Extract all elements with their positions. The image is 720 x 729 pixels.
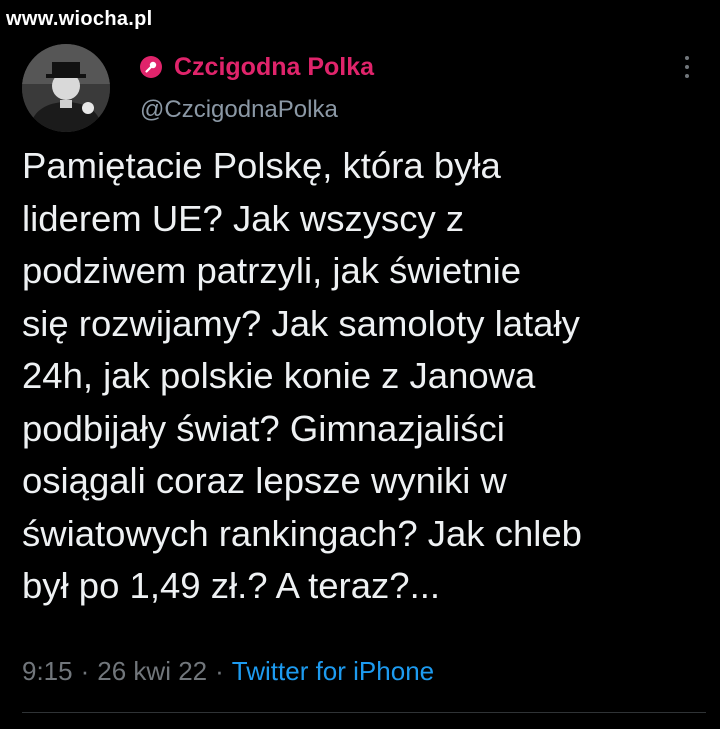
tweet-source-link[interactable]: Twitter for iPhone [232,656,434,687]
divider [22,712,706,713]
tweet-date[interactable]: 26 kwi 22 [97,656,207,687]
tweet-time[interactable]: 9:15 [22,656,73,687]
tweet-meta: 9:15 · 26 kwi 22 · Twitter for iPhone [22,656,434,687]
tweet-text: Pamiętacie Polskę, która była liderem UE… [22,145,582,606]
avatar-image [22,44,110,132]
author-handle[interactable]: @CzcigodnaPolka [140,96,338,124]
author-name-row[interactable]: Czcigodna Polka [140,52,374,82]
avatar[interactable] [22,44,110,132]
microphone-icon [140,56,162,78]
watermark-text: www.wiocha.pl [6,8,153,30]
meta-separator: · [215,656,224,686]
meta-separator: · [80,656,90,686]
more-vertical-icon[interactable] [684,56,690,82]
author-display-name[interactable]: Czcigodna Polka [174,53,374,82]
